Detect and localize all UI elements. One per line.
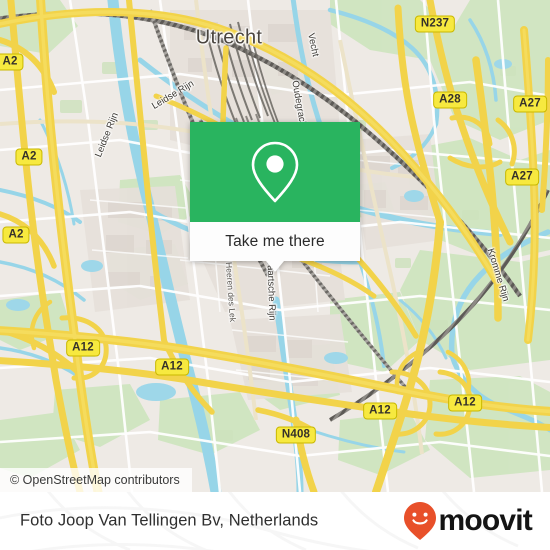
highway-shield: A12 <box>448 394 482 412</box>
callout-icon-panel <box>190 122 360 222</box>
moovit-logo[interactable]: moovit <box>403 501 533 541</box>
callout-action-panel[interactable]: Take me there <box>190 222 360 272</box>
moovit-wordmark: moovit <box>438 504 532 537</box>
highway-shield: A28 <box>433 91 467 109</box>
highway-shield: A2 <box>15 148 43 166</box>
location-callout-card[interactable]: Take me there <box>190 122 360 272</box>
take-me-there-button-label[interactable]: Take me there <box>225 234 325 250</box>
place-title: Foto Joop Van Tellingen Bv, Netherlands <box>20 511 319 530</box>
highway-shield: A12 <box>363 402 397 420</box>
highway-shield: A2 <box>0 53 24 71</box>
highway-shield: A12 <box>155 358 189 376</box>
map-attribution[interactable]: © OpenStreetMap contributors <box>0 468 192 492</box>
callout-pointer-tail <box>266 261 284 272</box>
highway-shield: A27 <box>505 168 539 186</box>
footer-bar: Foto Joop Van Tellingen Bv, Netherlands … <box>0 492 550 550</box>
highway-shield: N408 <box>275 426 317 444</box>
highway-shield: A27 <box>513 95 547 113</box>
moovit-pin-smiley-icon <box>404 502 437 540</box>
highway-shield: A2 <box>2 226 30 244</box>
highway-shield: N237 <box>414 15 456 33</box>
screenshot-root: Utrecht Leidse Rijn Leidse Rijn Kromme Rij… <box>0 0 550 550</box>
highway-shield: A12 <box>66 339 100 357</box>
map-viewport[interactable]: Utrecht Leidse Rijn Leidse Rijn Kromme Rij… <box>0 0 550 492</box>
map-label-city: Utrecht <box>195 26 263 49</box>
map-pin-icon <box>251 141 299 203</box>
